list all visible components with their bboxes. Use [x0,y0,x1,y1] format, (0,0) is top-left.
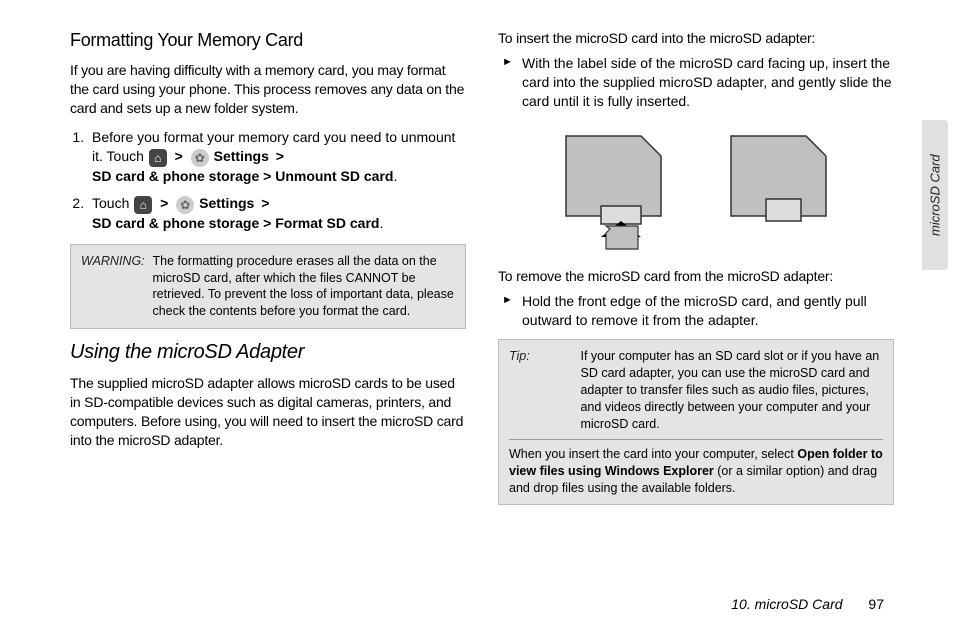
gear-icon: ✿ [191,149,209,167]
period: . [393,168,397,184]
gear-icon: ✿ [176,196,194,214]
tip2-pre: When you insert the card into your compu… [509,447,797,461]
gt-icon: > [276,148,284,164]
remove-lead: To remove the microSD card from the micr… [498,268,894,284]
gt-icon: > [175,148,183,164]
insert-step: With the label side of the microSD card … [498,54,894,111]
tip-label: Tip: [509,348,577,365]
step1-text: Before you format your memory card you n… [92,129,455,165]
gt-icon: > [160,195,168,211]
tip-divider [509,439,883,440]
side-tab: microSD Card [922,120,948,270]
footer-page-number: 97 [868,596,884,612]
step2-path: SD card & phone storage > Format SD card [92,215,379,231]
home-icon: ⌂ [134,196,152,214]
warning-label: WARNING: [81,253,149,270]
step-1: Before you format your memory card you n… [88,128,466,187]
home-icon: ⌂ [149,149,167,167]
heading-adapter: Using the microSD Adapter [70,341,466,364]
heading-formatting: Formatting Your Memory Card [70,30,466,51]
remove-step: Hold the front edge of the microSD card,… [498,292,894,330]
warning-box: WARNING: The formatting procedure erases… [70,244,466,330]
footer-chapter: 10. microSD Card [731,596,842,612]
warning-text: The formatting procedure erases all the … [152,253,454,321]
adapter-intro: The supplied microSD adapter allows micr… [70,374,466,450]
formatting-intro: If you are having difficulty with a memo… [70,61,466,118]
right-column: To insert the microSD card into the micr… [498,30,894,515]
tip-text-2: When you insert the card into your compu… [509,446,883,497]
insert-lead: To insert the microSD card into the micr… [498,30,894,46]
step2-text: Touch [92,195,133,211]
gt-icon: > [261,195,269,211]
step-2: Touch ⌂ > ✿ Settings > SD card & phone s… [88,194,466,233]
settings-label: Settings [199,195,254,211]
settings-label: Settings [214,148,269,164]
formatting-steps: Before you format your memory card you n… [88,128,466,234]
adapter-figure [498,121,894,254]
step1-path: SD card & phone storage > Unmount SD car… [92,168,393,184]
left-column: Formatting Your Memory Card If you are h… [70,30,466,515]
tip-box: Tip: If your computer has an SD card slo… [498,339,894,505]
period: . [379,215,383,231]
page-footer: 10. microSD Card 97 [731,596,884,612]
tip-text-1: If your computer has an SD card slot or … [580,348,882,432]
